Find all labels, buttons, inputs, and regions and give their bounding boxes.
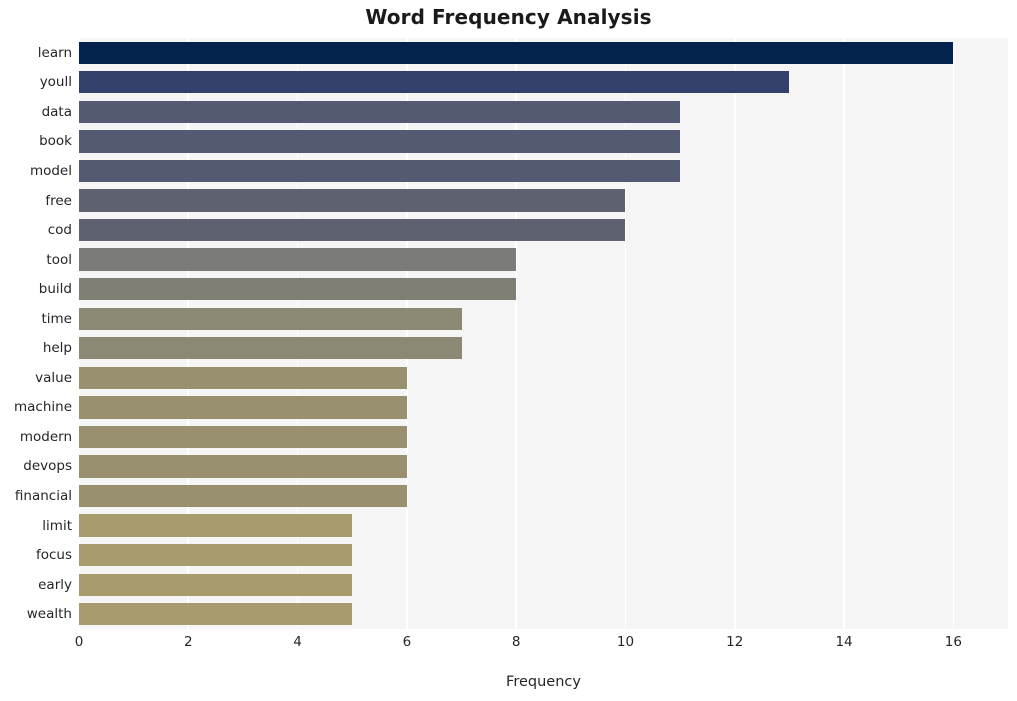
plot-area	[79, 38, 1008, 629]
bar-time[interactable]	[79, 307, 462, 330]
bar-wealth[interactable]	[79, 603, 353, 626]
y-tick-label-value: value	[35, 369, 72, 386]
x-tick-label-4: 4	[293, 634, 302, 650]
bar-modern[interactable]	[79, 425, 407, 449]
bar-row	[79, 130, 1008, 153]
bar-tool[interactable]	[79, 248, 517, 271]
y-tick-label-youll: youll	[39, 74, 72, 91]
x-tick-label-0: 0	[74, 634, 84, 650]
bar-build[interactable]	[79, 278, 517, 301]
bar-focus[interactable]	[79, 543, 353, 567]
y-tick-label-machine: machine	[13, 399, 72, 416]
bars-container	[79, 38, 1008, 629]
page-title: Word Frequency Analysis	[365, 5, 652, 29]
bar-row	[79, 573, 1008, 596]
bar-book[interactable]	[79, 130, 681, 153]
x-tick-label-12: 12	[726, 634, 744, 650]
y-tick-label-cod: cod	[47, 222, 72, 239]
y-tick-label-help: help	[42, 340, 72, 357]
bar-row	[79, 543, 1008, 567]
x-tick-label-10: 10	[616, 634, 635, 650]
y-tick-label-build: build	[38, 281, 72, 298]
bar-row	[79, 455, 1008, 478]
x-tick-label-16: 16	[944, 634, 962, 650]
bar-cod[interactable]	[79, 218, 626, 242]
y-tick-label-model: model	[29, 162, 72, 179]
bar-youll[interactable]	[79, 71, 790, 94]
x-tick-label-2: 2	[183, 634, 193, 650]
bar-row	[79, 278, 1008, 301]
bar-value[interactable]	[79, 366, 407, 389]
bar-row	[79, 337, 1008, 360]
y-tick-label-learn: learn	[37, 44, 72, 61]
bar-row	[79, 514, 1008, 537]
x-tick-label-14: 14	[835, 634, 853, 650]
bar-machine[interactable]	[79, 396, 407, 419]
bar-row	[79, 41, 1008, 64]
bar-model[interactable]	[79, 159, 681, 183]
chart-figure: Word Frequency Analysis learn youll data bo…	[0, 0, 1017, 701]
y-tick-label-devops: devops	[23, 458, 72, 475]
y-tick-label-wealth: wealth	[26, 606, 72, 623]
y-tick-label-free: free	[45, 192, 72, 209]
bar-limit[interactable]	[79, 514, 353, 537]
bar-row	[79, 218, 1008, 242]
y-tick-label-focus: focus	[35, 547, 72, 564]
y-tick-label-data: data	[41, 103, 72, 120]
bar-row	[79, 100, 1008, 124]
x-tick-label-6: 6	[402, 634, 412, 650]
bar-learn[interactable]	[79, 41, 954, 64]
y-tick-label-book: book	[39, 133, 72, 150]
bar-row	[79, 603, 1008, 626]
bar-row	[79, 484, 1008, 508]
bar-row	[79, 366, 1008, 389]
y-tick-label-tool: tool	[46, 251, 72, 268]
bar-row	[79, 189, 1008, 212]
bar-row	[79, 71, 1008, 94]
y-tick-label-time: time	[41, 310, 72, 327]
y-tick-label-modern: modern	[19, 428, 72, 445]
bar-help[interactable]	[79, 337, 462, 360]
y-tick-label-financial: financial	[14, 488, 72, 505]
x-axis-label: Frequency	[506, 674, 581, 690]
bar-row	[79, 307, 1008, 330]
x-axis-tick-labels: 0 2 4 6 8 10 12 14 16	[75, 634, 1008, 656]
y-tick-label-limit: limit	[42, 517, 72, 534]
y-tick-label-early: early	[38, 576, 72, 593]
bar-row	[79, 159, 1008, 183]
bar-free[interactable]	[79, 189, 626, 212]
bar-row	[79, 425, 1008, 449]
x-tick-label-8: 8	[511, 634, 521, 650]
y-axis-tick-labels: learn youll data book model free cod tool build t…	[0, 38, 72, 629]
bar-devops[interactable]	[79, 455, 407, 478]
bar-row	[79, 396, 1008, 419]
bar-financial[interactable]	[79, 484, 407, 508]
bar-row	[79, 248, 1008, 271]
bar-data[interactable]	[79, 100, 681, 124]
bar-early[interactable]	[79, 573, 353, 596]
